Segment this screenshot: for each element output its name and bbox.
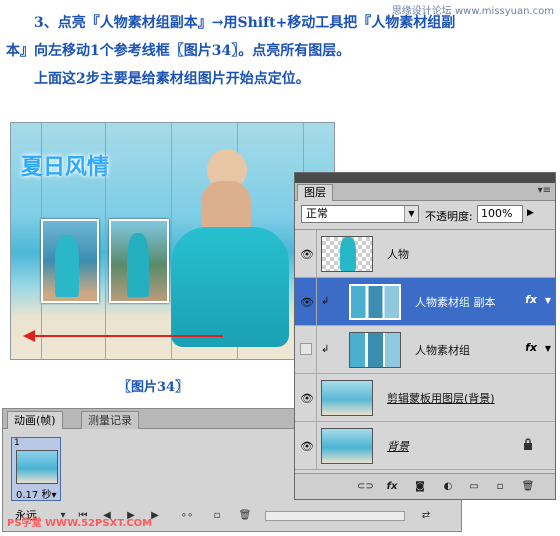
duplicate-frame-icon[interactable]: ▫ — [209, 509, 225, 523]
visibility-toggle[interactable]: 👁 — [295, 278, 317, 325]
layers-panel: 图层 ▾≡ 正常 ▼ 不透明度: 100% ▶ 👁 人物 👁 ↲ 人物素材组 副… — [294, 172, 556, 500]
layer-name: 人物 — [387, 248, 409, 261]
group-icon[interactable]: ▭ — [467, 480, 481, 494]
panel-menu-icon[interactable]: ▾≡ — [538, 185, 551, 196]
fx-icon[interactable]: fx — [525, 341, 537, 354]
layer-options-bar: 正常 ▼ 不透明度: 100% ▶ — [295, 201, 555, 227]
chevron-down-icon[interactable]: ▼ — [404, 206, 418, 222]
frame-thumbnail — [16, 450, 58, 484]
visibility-toggle[interactable] — [295, 326, 317, 373]
model-figure — [127, 233, 149, 297]
expand-effects-icon[interactable]: ▼ — [545, 344, 551, 353]
tutorial-step-line-3: 上面这2步主要是给素材组图片开始点定位。 — [34, 71, 310, 87]
model-skirt — [171, 227, 289, 347]
layer-row-clipping-base[interactable]: 👁 剪辑蒙板用图层(背景) — [295, 374, 555, 422]
eye-icon[interactable]: 👁 — [300, 248, 314, 261]
layer-name: 人物素材组 — [415, 344, 470, 357]
layer-row-material-group-copy[interactable]: 👁 ↲ 人物素材组 副本 fx ▼ ☝ — [295, 278, 555, 326]
layer-name: 剪辑蒙板用图层(背景) — [387, 392, 495, 405]
visibility-toggle[interactable]: 👁 — [295, 374, 317, 421]
layer-name: 背景 — [387, 440, 409, 453]
thumb-background — [322, 381, 372, 415]
visibility-toggle[interactable]: 👁 — [295, 230, 317, 277]
animation-frame[interactable]: 1 0.17 秒▾ — [11, 437, 61, 501]
layer-thumbnail — [349, 284, 401, 320]
layer-row-material-group[interactable]: ↲ 人物素材组 fx ▼ — [295, 326, 555, 374]
tutorial-step-line-1: 3、点亮『人物素材组副本』→用Shift+移动工具把『人物素材组副 — [34, 15, 456, 31]
opacity-input[interactable]: 100% — [477, 205, 523, 223]
trash-icon[interactable]: 🗑 — [521, 480, 535, 494]
opacity-label: 不透明度: — [425, 210, 473, 223]
eye-icon[interactable]: 👁 — [300, 296, 314, 309]
tab-animation-frames[interactable]: 动画(帧) — [7, 411, 63, 429]
layer-thumbnail — [349, 332, 401, 368]
new-layer-icon[interactable]: ▫ — [493, 480, 507, 494]
figure-caption: 〖图片34〗 — [118, 380, 189, 395]
thumb-figure — [340, 237, 356, 271]
tab-measurement-log[interactable]: 测量记录 — [81, 411, 139, 429]
eye-icon[interactable]: 👁 — [300, 392, 314, 405]
scene-title-art: 夏日风情 — [21, 155, 110, 180]
clipping-mask-icon: ↲ — [321, 344, 330, 355]
blend-mode-value: 正常 — [306, 207, 328, 220]
move-direction-arrow — [23, 330, 223, 342]
tutorial-step-line-2: 本』向左移动1个参考线框〖图片34〗。点亮所有图层。 — [6, 43, 351, 59]
layer-row-background[interactable]: 👁 背景 — [295, 422, 555, 470]
layer-thumbnail — [321, 236, 373, 272]
thumb-material — [350, 333, 400, 367]
opacity-arrow-icon[interactable]: ▶ — [527, 208, 534, 218]
frame-delay-select[interactable]: 0.17 秒▾ — [16, 486, 56, 501]
delete-frame-icon[interactable]: 🗑 — [237, 509, 253, 523]
document-canvas[interactable]: 夏日风情 — [10, 122, 335, 360]
model-figure — [55, 235, 79, 297]
hidden-eye-icon[interactable] — [300, 343, 312, 355]
adjustment-icon[interactable]: ◐ — [441, 480, 455, 494]
layer-thumbnail — [321, 428, 373, 464]
layers-list: 👁 人物 👁 ↲ 人物素材组 副本 fx ▼ ☝ ↲ 人物素材组 fx ▼ 👁 … — [295, 229, 555, 471]
mask-icon[interactable]: ◙ — [413, 480, 427, 494]
lock-icon — [524, 438, 532, 450]
eye-icon[interactable]: 👁 — [300, 440, 314, 453]
link-icon[interactable]: ⊂⊃ — [357, 480, 374, 494]
panel-title-bar[interactable] — [295, 173, 555, 183]
tab-layers[interactable]: 图层 — [297, 184, 333, 201]
frame-number: 1 — [14, 438, 20, 448]
visibility-toggle[interactable]: 👁 — [295, 422, 317, 469]
blend-mode-select[interactable]: 正常 ▼ — [301, 205, 419, 223]
layers-footer-toolbar: ⊂⊃ fx ◙ ◐ ▭ ▫ 🗑 — [295, 473, 555, 499]
hand-cursor-icon: ☝ — [463, 296, 471, 311]
clipping-mask-icon: ↲ — [321, 296, 330, 307]
guide-line — [105, 123, 106, 359]
layer-thumbnail — [321, 380, 373, 416]
fx-icon[interactable]: fx — [385, 480, 399, 494]
site-watermark-bottom: PS学堂 WWW.52PSXT.COM — [7, 518, 153, 529]
fx-icon[interactable]: fx — [525, 293, 537, 306]
thumb-background — [322, 429, 372, 463]
thumb-material — [351, 286, 399, 318]
layer-name: 人物素材组 副本 — [415, 296, 496, 309]
layer-row-person[interactable]: 👁 人物 — [295, 230, 555, 278]
tween-icon[interactable]: ∘∘ — [179, 509, 195, 523]
layers-tab-row: 图层 ▾≡ — [295, 183, 555, 201]
animation-scrollbar[interactable] — [265, 511, 405, 521]
expand-effects-icon[interactable]: ▼ — [545, 296, 551, 305]
timeline-toggle-icon[interactable]: ⇄ — [415, 509, 437, 523]
